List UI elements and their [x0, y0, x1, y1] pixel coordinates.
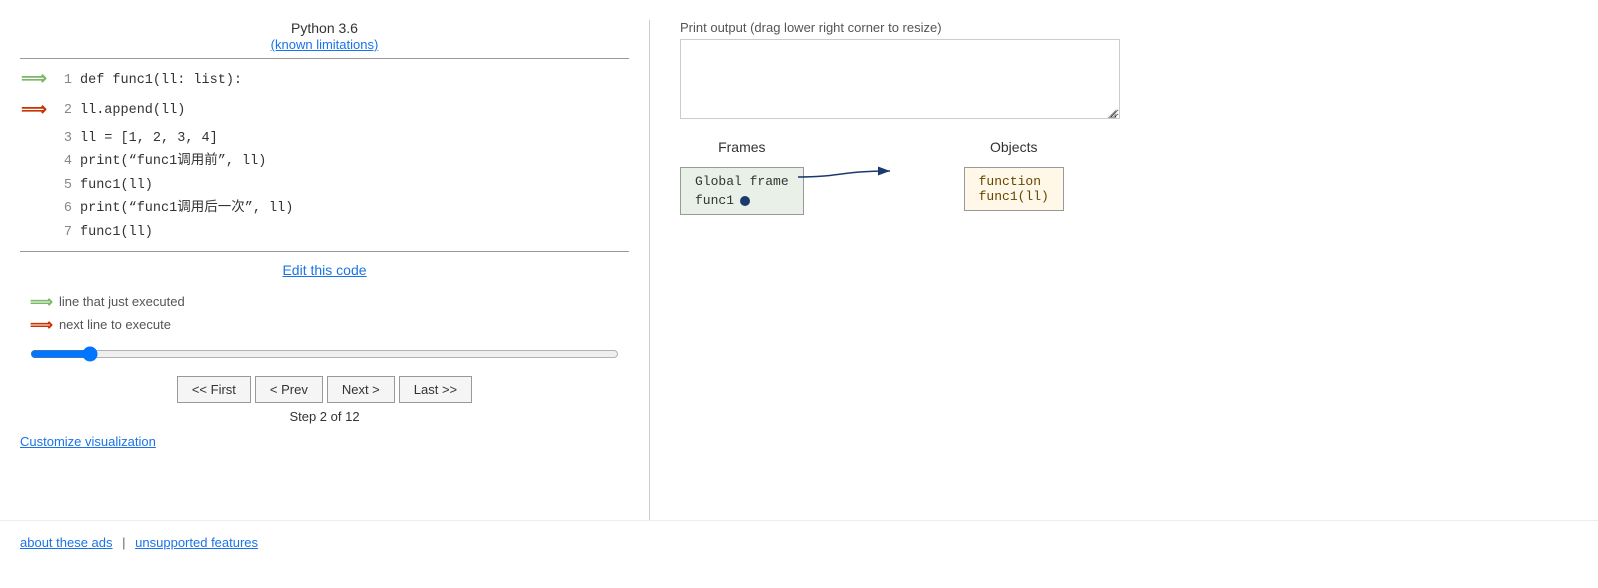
- code-line: ⟹1 def func1(ll: list):: [20, 65, 629, 96]
- code-title: Python 3.6 (known limitations): [20, 20, 629, 52]
- slider-container: [30, 345, 619, 366]
- edit-link-container: Edit this code: [20, 262, 629, 278]
- next-button[interactable]: Next >: [327, 376, 395, 403]
- footer: about these ads | unsupported features: [0, 520, 1598, 564]
- code-line: 6 print(“func1调用后一次”, ll): [20, 197, 629, 221]
- object-value-label: func1(ll): [979, 189, 1049, 204]
- left-panel: Python 3.6 (known limitations) ⟹1def fun…: [0, 20, 650, 520]
- python-version-label: Python 3.6: [291, 20, 358, 36]
- code-text: print(“func1调用后一次”, ll): [80, 198, 293, 220]
- global-frame-title: Global frame: [695, 174, 789, 189]
- code-line: 4 print(“func1调用前”, ll): [20, 150, 629, 174]
- print-output-label: Print output (drag lower right corner to…: [680, 20, 1568, 35]
- legend-green: ⟹ line that just executed: [30, 292, 629, 312]
- code-text: def func1(ll: list):: [80, 70, 242, 92]
- frames-header: Frames: [680, 139, 804, 155]
- last-button[interactable]: Last >>: [399, 376, 472, 403]
- frame-var-label: func1: [695, 193, 734, 208]
- line-number: 5: [48, 175, 72, 197]
- edit-code-link[interactable]: Edit this code: [282, 262, 366, 278]
- frames-objects-wrapper: Frames Global frame func1 Objects functi…: [680, 139, 1568, 215]
- code-text: ll = [1, 2, 3, 4]: [80, 128, 218, 150]
- code-line: ⟹2 ll.append(ll): [20, 96, 629, 127]
- code-line: 7 func1(ll): [20, 221, 629, 245]
- print-output-box[interactable]: ◢: [680, 39, 1120, 119]
- right-panel: Print output (drag lower right corner to…: [650, 20, 1598, 520]
- line-number: 1: [48, 70, 72, 92]
- frame-row: func1: [695, 193, 789, 208]
- legend-red: ⟹ next line to execute: [30, 315, 629, 335]
- main-container: Python 3.6 (known limitations) ⟹1def fun…: [0, 0, 1598, 520]
- step-info: Step 2 of 12: [20, 409, 629, 424]
- customize-visualization-link[interactable]: Customize visualization: [20, 434, 156, 449]
- code-area: ⟹1def func1(ll: list):⟹2 ll.append(ll)3l…: [20, 58, 629, 252]
- frame-dot-icon: [740, 196, 750, 206]
- code-text: func1(ll): [80, 222, 153, 244]
- code-text: func1(ll): [80, 175, 153, 197]
- object-box: function func1(ll): [964, 167, 1064, 211]
- legend-green-text: line that just executed: [59, 294, 185, 309]
- legend-green-arrow-icon: ⟹: [30, 292, 53, 312]
- unsupported-features-link[interactable]: unsupported features: [135, 535, 258, 550]
- code-line: 5 func1(ll): [20, 174, 629, 198]
- object-type-label: function: [979, 174, 1049, 189]
- nav-buttons: << First < Prev Next > Last >>: [20, 376, 629, 403]
- line-number: 3: [48, 128, 72, 150]
- legend-red-arrow-icon: ⟹: [30, 315, 53, 335]
- about-ads-link[interactable]: about these ads: [20, 535, 113, 550]
- customize-link: Customize visualization: [20, 434, 629, 449]
- line-number: 7: [48, 222, 72, 244]
- legend: ⟹ line that just executed ⟹ next line to…: [30, 292, 629, 335]
- step-slider[interactable]: [30, 345, 619, 363]
- first-button[interactable]: << First: [177, 376, 251, 403]
- legend-red-text: next line to execute: [59, 317, 171, 332]
- arrow-green-icon: ⟹: [20, 66, 48, 95]
- code-line: 3 ll = [1, 2, 3, 4]: [20, 127, 629, 151]
- line-number: 4: [48, 151, 72, 173]
- prev-button[interactable]: < Prev: [255, 376, 323, 403]
- line-number: 2: [48, 100, 72, 122]
- objects-header: Objects: [964, 139, 1064, 155]
- global-frame-box: Global frame func1: [680, 167, 804, 215]
- code-text: print(“func1调用前”, ll): [80, 151, 266, 173]
- code-text: ll.append(ll): [80, 100, 185, 122]
- resize-handle-icon: ◢: [1107, 106, 1117, 116]
- arrow-red-icon: ⟹: [20, 97, 48, 126]
- known-limitations-link[interactable]: (known limitations): [271, 37, 379, 52]
- line-number: 6: [48, 198, 72, 220]
- footer-separator: |: [122, 535, 125, 550]
